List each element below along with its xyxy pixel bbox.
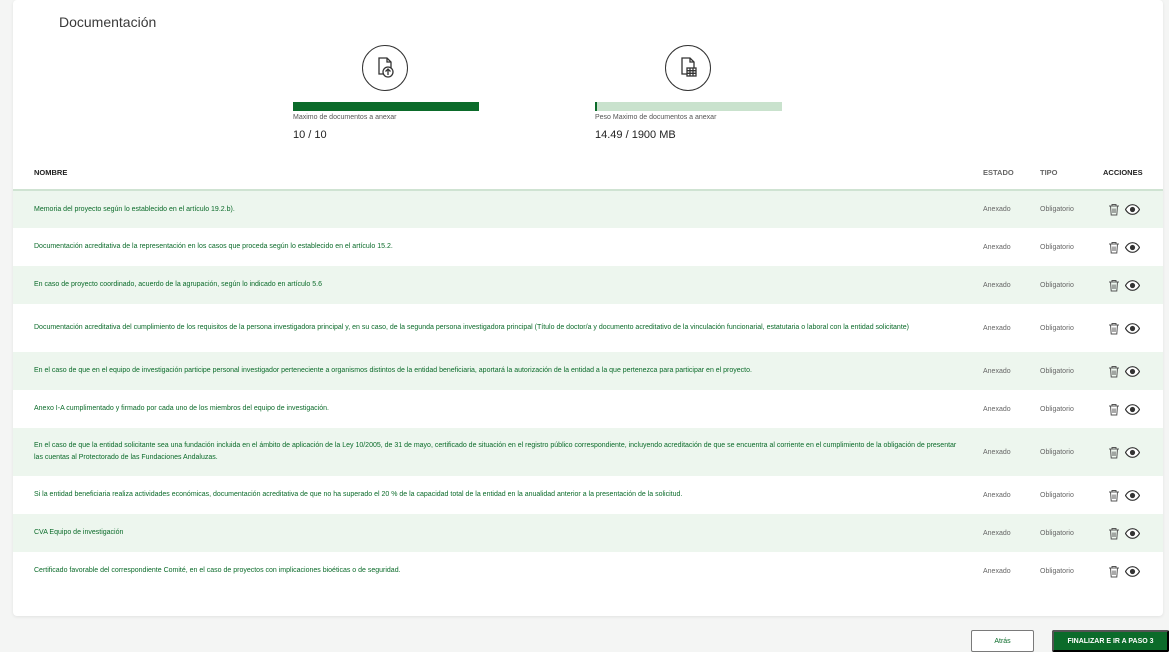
document-estado: Anexado [983, 324, 1011, 332]
eye-icon[interactable] [1125, 279, 1140, 291]
header-acciones: ACCIONES [1103, 155, 1163, 191]
document-estado: Anexado [983, 243, 1011, 251]
finish-next-step-button[interactable]: FINALIZAR E IR A PASO 3 [1052, 630, 1169, 652]
eye-icon[interactable] [1125, 403, 1140, 415]
trash-icon[interactable] [1108, 279, 1120, 292]
table-row: CVA Equipo de investigación Anexado Obli… [13, 514, 1163, 552]
table-row: Certificado favorable del correspondient… [13, 552, 1163, 590]
section-title: Documentación [59, 14, 157, 30]
document-tipo: Obligatorio [1040, 266, 1103, 304]
document-name: Anexo I-A cumplimentado y firmado por ca… [34, 405, 329, 412]
trash-icon[interactable] [1108, 203, 1120, 216]
trash-icon[interactable] [1108, 527, 1120, 540]
document-tipo: Obligatorio [1040, 405, 1074, 413]
document-estado: Anexado [983, 428, 1040, 476]
trash-icon[interactable] [1108, 241, 1120, 254]
table-row: En el caso de que en el equipo de invest… [13, 352, 1163, 390]
document-tipo: Obligatorio [1040, 491, 1074, 499]
table-row: Documentación acreditativa del cumplimie… [13, 304, 1163, 352]
document-name: Certificado favorable del correspondient… [34, 567, 401, 574]
document-name: Documentación acreditativa de la represe… [34, 243, 393, 250]
document-estado: Anexado [983, 352, 1040, 390]
trash-icon[interactable] [1108, 565, 1120, 578]
document-name: CVA Equipo de investigación [13, 514, 983, 552]
document-name: Si la entidad beneficiaria realiza activ… [34, 491, 683, 498]
document-name: Documentación acreditativa del cumplimie… [34, 324, 909, 331]
documents-table: NOMBRE ESTADO TIPO ACCIONES Memoria del … [13, 155, 1163, 590]
document-estado: Anexado [983, 491, 1011, 499]
trash-icon[interactable] [1108, 365, 1120, 378]
trash-icon[interactable] [1108, 446, 1120, 459]
document-tipo: Obligatorio [1040, 567, 1074, 575]
document-tipo: Obligatorio [1040, 243, 1074, 251]
header-tipo: TIPO [1040, 155, 1103, 191]
table-row: En el caso de que la entidad solicitante… [13, 428, 1163, 476]
document-name: Memoria del proyecto según lo establecid… [13, 190, 983, 228]
document-name: En caso de proyecto coordinado, acuerdo … [13, 266, 983, 304]
table-row: En caso de proyecto coordinado, acuerdo … [13, 266, 1163, 304]
table-row: Anexo I-A cumplimentado y firmado por ca… [13, 390, 1163, 428]
document-tipo: Obligatorio [1040, 324, 1074, 332]
eye-icon[interactable] [1125, 446, 1140, 458]
eye-icon[interactable] [1125, 527, 1140, 539]
table-row: Documentación acreditativa de la represe… [13, 228, 1163, 266]
document-count-label: Maximo de documentos a anexar [293, 114, 397, 121]
document-tipo: Obligatorio [1040, 190, 1103, 228]
document-tipo: Obligatorio [1040, 428, 1103, 476]
document-estado: Anexado [983, 514, 1040, 552]
eye-icon[interactable] [1125, 241, 1140, 253]
document-tipo: Obligatorio [1040, 352, 1103, 390]
table-row: Si la entidad beneficiaria realiza activ… [13, 476, 1163, 514]
eye-icon[interactable] [1125, 365, 1140, 377]
file-size-icon [665, 45, 711, 91]
back-button[interactable]: Atrás [971, 630, 1034, 652]
header-nombre: NOMBRE [13, 155, 983, 191]
file-upload-icon [362, 45, 408, 91]
document-name: En el caso de que la entidad solicitante… [13, 428, 983, 476]
trash-icon[interactable] [1108, 322, 1120, 335]
table-header-row: NOMBRE ESTADO TIPO ACCIONES [13, 155, 1163, 191]
header-estado: ESTADO [983, 155, 1040, 191]
document-estado: Anexado [983, 405, 1011, 413]
document-count-value: 10 / 10 [293, 129, 327, 141]
document-name: En el caso de que en el equipo de invest… [13, 352, 983, 390]
eye-icon[interactable] [1125, 489, 1140, 501]
document-count-bar-fill [293, 102, 479, 111]
document-size-label: Peso Maximo de documentos a anexar [595, 114, 717, 121]
document-estado: Anexado [983, 266, 1040, 304]
eye-icon[interactable] [1125, 204, 1140, 215]
eye-icon[interactable] [1125, 322, 1140, 334]
document-size-bar [595, 102, 782, 111]
document-count-bar [293, 102, 479, 111]
document-size-bar-fill [595, 102, 597, 111]
eye-icon[interactable] [1125, 565, 1140, 577]
document-size-value: 14.49 / 1900 MB [595, 129, 676, 141]
document-estado: Anexado [983, 567, 1011, 575]
document-estado: Anexado [983, 190, 1040, 228]
trash-icon[interactable] [1108, 403, 1120, 416]
document-tipo: Obligatorio [1040, 514, 1103, 552]
table-row: Memoria del proyecto según lo establecid… [13, 190, 1163, 228]
trash-icon[interactable] [1108, 489, 1120, 502]
